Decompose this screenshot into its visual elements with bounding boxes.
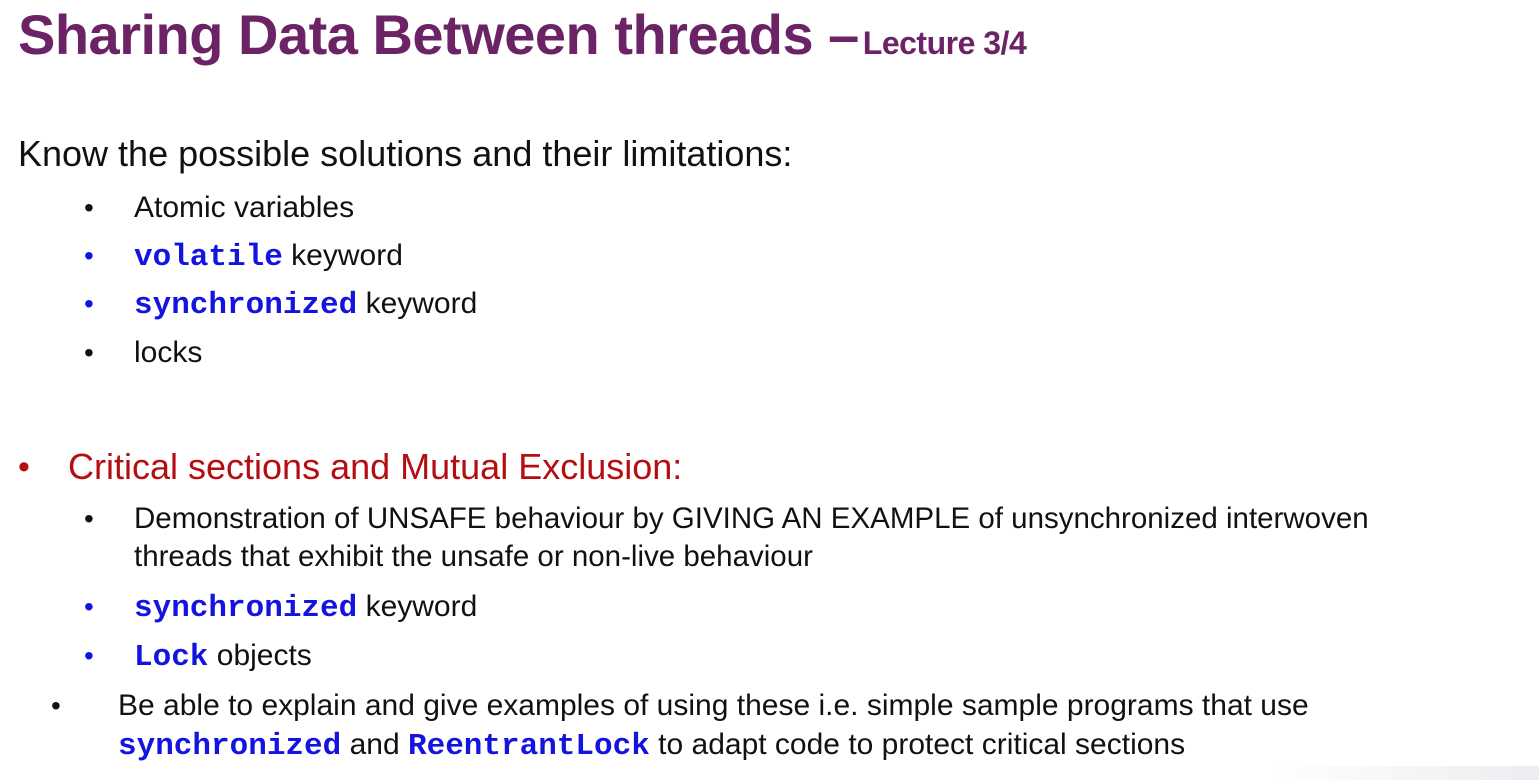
item-text: Be able to explain and give examples of …	[118, 689, 1309, 722]
item-text: to adapt code to protect critical sectio…	[649, 728, 1186, 761]
intro-text: Know the possible solutions and their li…	[18, 133, 793, 174]
title-subtitle: Lecture 3/4	[862, 25, 1027, 61]
list-item: Demonstration of UNSAFE behaviour by GIV…	[134, 500, 1369, 538]
code-keyword: ReentrantLock	[407, 729, 650, 764]
list-item: synchronized keyword	[134, 285, 477, 325]
code-keyword: synchronized	[118, 729, 342, 764]
item-text: keyword	[357, 590, 478, 623]
slide: Sharing Data Between threads – Lecture 3…	[0, 0, 1539, 780]
bullet-icon: •	[51, 690, 61, 721]
item-text: Atomic variables	[134, 191, 355, 224]
title-main: Sharing Data Between threads –	[18, 3, 859, 66]
item-text: and	[341, 728, 408, 761]
list-item: Atomic variables	[134, 189, 354, 227]
bullet-icon: •	[84, 288, 94, 319]
code-keyword: synchronized	[134, 288, 358, 323]
critical-sections-heading: Critical sections and Mutual Exclusion:	[68, 446, 683, 487]
code-keyword: synchronized	[134, 591, 358, 626]
explain-line-1: Be able to explain and give examples of …	[118, 687, 1309, 725]
item-text: keyword	[357, 287, 478, 320]
bullet-icon: •	[84, 240, 94, 271]
list-item: locks	[134, 334, 202, 372]
item-text: Demonstration of UNSAFE behaviour by GIV…	[134, 502, 1369, 535]
item-text: threads that exhibit the unsafe or non-l…	[134, 540, 813, 573]
bullet-icon: •	[84, 591, 94, 622]
list-item: volatile keyword	[134, 237, 403, 277]
slide-title: Sharing Data Between threads – Lecture 3…	[18, 2, 1027, 67]
item-text: keyword	[282, 239, 403, 272]
list-item-continuation: threads that exhibit the unsafe or non-l…	[134, 538, 813, 576]
bullet-icon: •	[18, 448, 30, 486]
item-text: locks	[134, 336, 203, 369]
bullet-icon: •	[84, 337, 94, 368]
code-keyword: volatile	[134, 240, 283, 275]
bullet-icon: •	[84, 640, 94, 671]
bullet-icon: •	[84, 503, 94, 534]
code-keyword: Lock	[134, 640, 209, 675]
list-item: synchronized keyword	[134, 588, 477, 628]
list-item: Lock objects	[134, 637, 312, 677]
decorative-smudge	[1269, 766, 1539, 780]
bullet-icon: •	[84, 192, 94, 223]
explain-line-2: synchronized and ReentrantLock to adapt …	[118, 726, 1185, 766]
item-text: objects	[208, 639, 312, 672]
